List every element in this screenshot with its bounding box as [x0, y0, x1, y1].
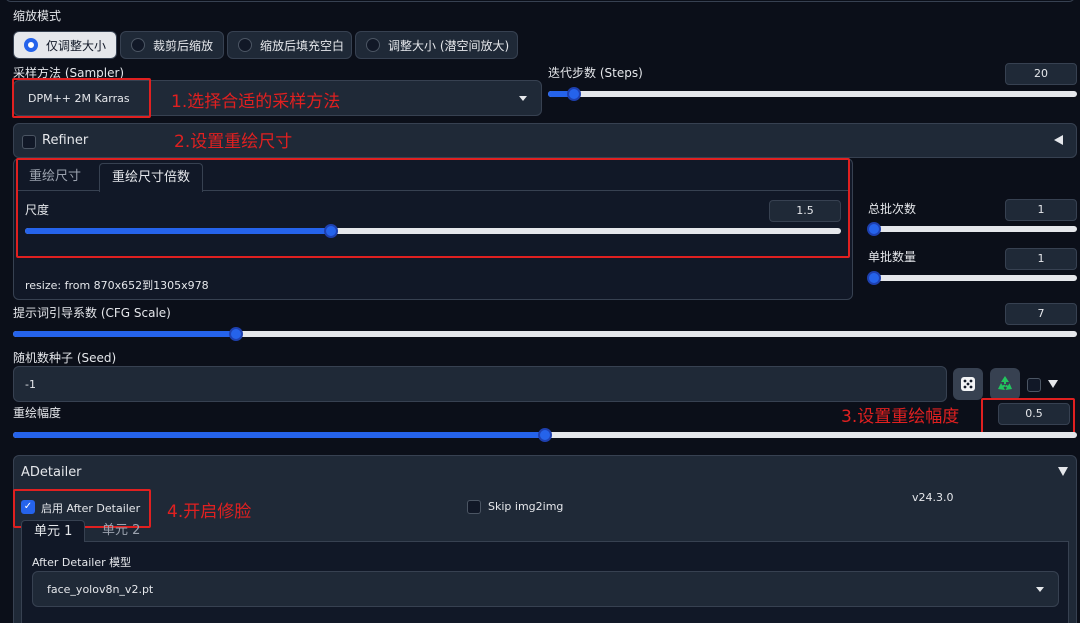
batch-size-slider-thumb[interactable] [867, 271, 881, 285]
cfg-label: 提示词引导系数 (CFG Scale) [13, 306, 171, 320]
cfg-input[interactable]: 7 [1005, 303, 1077, 325]
batch-count-input[interactable]: 1 [1005, 199, 1077, 221]
chevron-down-icon [1036, 586, 1044, 592]
batch-size-label: 单批数量 [868, 250, 917, 264]
annotation-box-resize [16, 158, 850, 258]
reuse-seed-button[interactable] [990, 368, 1020, 400]
annotation-1: 1.选择合适的采样方法 [171, 92, 341, 112]
adetailer-collapse-icon[interactable] [1058, 467, 1068, 476]
cfg-slider-fill [13, 331, 237, 337]
radio-dot-icon [238, 38, 252, 52]
resize-mode-option-crop[interactable]: 裁剪后缩放 [120, 31, 224, 59]
batch-size-slider[interactable] [867, 271, 1077, 285]
seed-extra-checkbox[interactable] [1027, 378, 1041, 392]
denoise-slider-thumb[interactable] [538, 428, 552, 442]
denoise-label: 重绘幅度 [13, 406, 62, 420]
refiner-label: Refiner [42, 133, 89, 148]
adetailer-model-label: After Detailer 模型 [32, 556, 132, 569]
adetailer-model-value: face_yolov8n_v2.pt [47, 582, 154, 596]
batch-size-input[interactable]: 1 [1005, 248, 1077, 270]
adetailer-version: v24.3.0 [912, 491, 954, 504]
batch-count-slider[interactable] [867, 222, 1077, 236]
resize-mode-option-fill[interactable]: 缩放后填充空白 [227, 31, 352, 59]
refiner-checkbox[interactable] [22, 135, 36, 149]
adetailer-title: ADetailer [21, 465, 82, 480]
denoise-slider[interactable] [13, 428, 1077, 442]
adetailer-model-dropdown[interactable]: face_yolov8n_v2.pt [32, 571, 1059, 607]
cfg-slider[interactable] [13, 327, 1077, 341]
triangle-left-icon[interactable] [1054, 135, 1063, 145]
recycle-icon [998, 376, 1012, 390]
skip-img2img-checkbox[interactable] [467, 500, 481, 514]
annotation-box-sampler [12, 78, 151, 118]
steps-input[interactable]: 20 [1005, 63, 1077, 85]
annotation-box-denoise [981, 398, 1075, 435]
resize-mode-label: 缩放模式 [13, 9, 62, 23]
seed-extra-toggle-icon[interactable] [1048, 380, 1058, 388]
dice-icon [961, 377, 975, 391]
steps-slider[interactable] [548, 87, 1077, 101]
steps-label: 迭代步数 (Steps) [548, 66, 643, 80]
seed-input[interactable]: -1 [13, 366, 947, 402]
annotation-4: 4.开启修脸 [167, 502, 252, 522]
annotation-3: 3.设置重绘幅度 [841, 407, 960, 427]
chevron-down-icon [519, 95, 527, 101]
steps-slider-thumb[interactable] [567, 87, 582, 101]
resize-mode-option-resize-only[interactable]: 仅调整大小 [13, 31, 117, 59]
annotation-2: 2.设置重绘尺寸 [174, 132, 293, 152]
radio-dot-icon [366, 38, 380, 52]
resize-mode-option-latent[interactable]: 调整大小 (潜空间放大) [355, 31, 518, 59]
scale-info: resize: from 870x652到1305x978 [25, 279, 209, 292]
refiner-panel [13, 123, 1077, 158]
tab-unit-1[interactable]: 单元 1 [21, 520, 86, 543]
skip-img2img-label: Skip img2img [488, 500, 564, 513]
random-seed-button[interactable] [953, 368, 983, 400]
top-panel-edge [5, 0, 1075, 2]
radio-dot-icon [24, 38, 38, 52]
denoise-slider-fill [13, 432, 545, 438]
batch-count-label: 总批次数 [868, 202, 917, 216]
radio-dot-icon [131, 38, 145, 52]
tab-unit-2[interactable]: 单元 2 [90, 520, 152, 542]
seed-value: -1 [25, 377, 36, 391]
cfg-slider-thumb[interactable] [229, 327, 244, 341]
batch-count-slider-thumb[interactable] [867, 222, 881, 236]
seed-label: 随机数种子 (Seed) [13, 351, 117, 365]
